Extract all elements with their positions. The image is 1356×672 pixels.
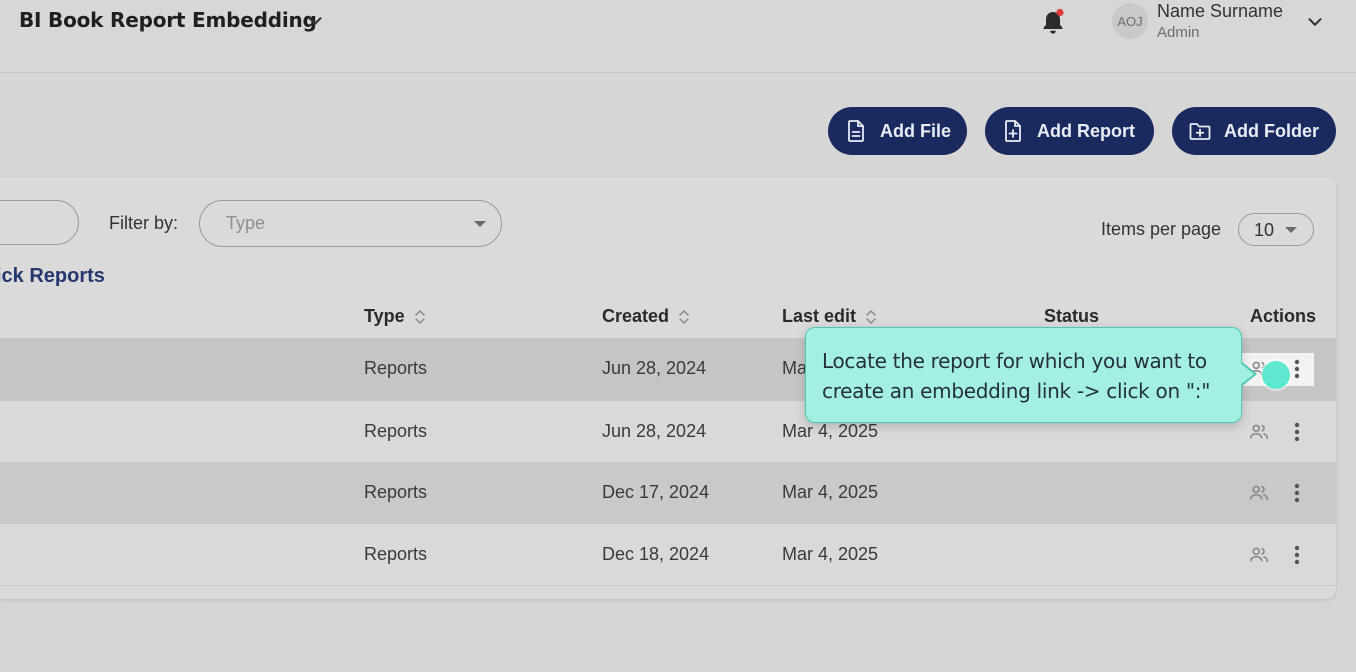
file-icon <box>848 120 864 142</box>
kebab-menu-icon[interactable] <box>1290 543 1304 567</box>
tooltip-arrow-inner <box>1240 363 1254 385</box>
guide-tooltip: Locate the report for which you want to … <box>805 327 1242 423</box>
top-bar: BI Book Report Embedding AOJ Name Surnam… <box>0 0 1356 73</box>
add-report-label: Add Report <box>1037 120 1135 141</box>
people-icon[interactable] <box>1248 482 1270 504</box>
cell-last-edit: Mar 4, 2025 <box>782 482 879 502</box>
notification-dot <box>1056 8 1064 17</box>
app-title: BI Book Report Embedding <box>19 8 317 32</box>
add-file-button[interactable]: Add File <box>828 107 967 155</box>
people-icon[interactable] <box>1248 421 1270 443</box>
cell-type: Reports <box>364 482 428 502</box>
user-name: Name Surname <box>1157 1 1284 21</box>
sort-icon[interactable] <box>865 308 877 326</box>
table-row[interactable]: Reports Dec 17, 2024 Mar 4, 2025 <box>0 462 1336 524</box>
guide-tooltip-text: Locate the report for which you want to … <box>822 349 1211 403</box>
caret-down-icon <box>1285 227 1297 233</box>
sort-icon[interactable] <box>678 308 690 326</box>
items-per-page-label: Items per page <box>1101 219 1222 239</box>
click-indicator <box>1262 361 1290 389</box>
items-per-page-value: 10 <box>1254 220 1275 240</box>
table-row[interactable]: Reports Dec 18, 2024 Mar 4, 2025 <box>0 524 1336 586</box>
column-header-created[interactable]: Created <box>602 306 690 327</box>
add-file-label: Add File <box>880 120 951 141</box>
cell-last-edit: Ma <box>782 358 808 378</box>
breadcrumb[interactable]: ick Reports <box>0 265 105 288</box>
avatar[interactable]: AOJ <box>1112 3 1148 39</box>
cell-created: Jun 28, 2024 <box>602 358 707 378</box>
type-filter-placeholder: Type <box>226 213 266 233</box>
cell-type: Reports <box>364 544 428 564</box>
bell-icon[interactable] <box>1040 8 1066 36</box>
cell-created: Dec 18, 2024 <box>602 544 710 564</box>
cell-created: Jun 28, 2024 <box>602 421 707 441</box>
add-report-button[interactable]: Add Report <box>985 107 1154 155</box>
kebab-menu-icon[interactable] <box>1290 420 1304 444</box>
add-folder-label: Add Folder <box>1224 120 1319 141</box>
cell-created: Dec 17, 2024 <box>602 482 710 502</box>
items-per-page-select[interactable]: 10 <box>1238 213 1314 246</box>
chevron-down-icon[interactable] <box>304 10 326 32</box>
kebab-menu-icon[interactable] <box>1290 481 1304 505</box>
sort-icon[interactable] <box>414 308 426 326</box>
people-icon[interactable] <box>1248 544 1270 566</box>
column-header-last-edit[interactable]: Last edit <box>782 306 877 327</box>
file-plus-icon <box>1005 120 1021 142</box>
column-header-actions: Actions <box>1250 306 1317 326</box>
filter-label: Filter by: <box>109 213 179 233</box>
folder-plus-icon <box>1189 123 1211 140</box>
cell-type: Reports <box>364 421 428 441</box>
cell-last-edit: Mar 4, 2025 <box>782 421 879 441</box>
user-role: Admin <box>1157 24 1200 41</box>
caret-down-icon <box>474 221 486 227</box>
kebab-menu-icon[interactable] <box>1290 357 1304 381</box>
column-header-type[interactable]: Type <box>364 306 426 327</box>
type-filter-select[interactable]: Type <box>199 200 502 247</box>
search-input[interactable]: s <box>0 200 79 245</box>
cell-last-edit: Mar 4, 2025 <box>782 544 879 564</box>
cell-type: Reports <box>364 358 428 378</box>
chevron-down-icon[interactable] <box>1304 11 1326 33</box>
add-folder-button[interactable]: Add Folder <box>1172 107 1336 155</box>
column-header-status: Status <box>1044 306 1100 326</box>
